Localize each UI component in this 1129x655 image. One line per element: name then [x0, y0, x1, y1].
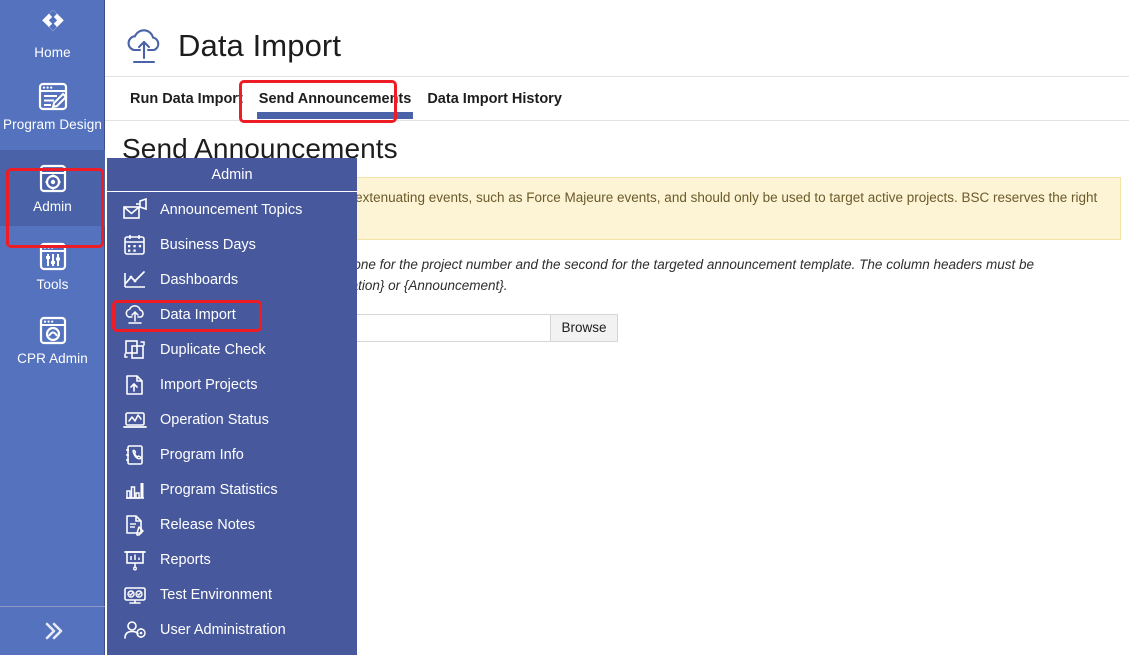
test-monitor-icon [124, 586, 146, 604]
menu-item-label: Announcement Topics [160, 201, 303, 218]
tab-data-import-history[interactable]: Data Import History [419, 77, 570, 121]
sidebar-item-label: Program Design [3, 117, 102, 132]
admin-flyout-menu: Admin Announcement Topics Business Days [107, 158, 357, 655]
menu-item-dashboards[interactable]: Dashboards [107, 262, 357, 297]
phone-book-icon [126, 444, 143, 465]
tab-send-announcements[interactable]: Send Announcements [251, 77, 420, 121]
tab-run-data-import[interactable]: Run Data Import [122, 77, 251, 121]
menu-item-business-days[interactable]: Business Days [107, 227, 357, 262]
left-sidebar: Home Program Design Admin Tools CPR Admi… [0, 0, 105, 655]
duplicate-squares-icon [124, 339, 145, 359]
menu-item-label: Test Environment [160, 586, 273, 603]
menu-item-label: Program Info [160, 446, 244, 463]
application-window: Home Program Design Admin Tools CPR Admi… [0, 0, 1129, 655]
home-ring-icon [41, 10, 64, 32]
cpr-admin-icon [39, 316, 66, 345]
sidebar-item-cpr-admin[interactable]: CPR Admin [0, 300, 105, 374]
tools-sliders-icon [39, 242, 66, 271]
presentation-board-icon [124, 550, 146, 570]
import-document-icon [126, 374, 143, 395]
sidebar-item-admin[interactable]: Admin [0, 150, 105, 226]
menu-item-reports[interactable]: Reports [107, 542, 357, 577]
admin-gear-window-icon [39, 164, 66, 193]
sidebar-item-label: Home [34, 45, 71, 60]
menu-item-data-import[interactable]: Data Import [107, 297, 357, 332]
sidebar-item-program-design[interactable]: Program Design [0, 68, 105, 140]
menu-item-operation-status[interactable]: Operation Status [107, 402, 357, 437]
menu-item-label: User Administration [160, 621, 286, 638]
menu-item-announcement-topics[interactable]: Announcement Topics [107, 192, 357, 227]
menu-item-label: Operation Status [160, 411, 269, 428]
menu-item-program-info[interactable]: Program Info [107, 437, 357, 472]
program-design-icon [38, 82, 67, 111]
menu-item-label: Release Notes [160, 516, 256, 533]
sidebar-item-label: Tools [36, 277, 69, 292]
double-chevron-right-icon [45, 622, 62, 640]
menu-item-label: Program Statistics [160, 481, 278, 498]
sidebar-item-tools[interactable]: Tools [0, 226, 105, 300]
menu-item-label: Duplicate Check [160, 341, 266, 358]
menu-item-label: Reports [160, 551, 211, 568]
browse-button[interactable]: Browse [550, 314, 618, 342]
sidebar-item-home[interactable]: Home [0, 0, 105, 68]
laptop-status-icon [123, 411, 147, 428]
menu-item-program-statistics[interactable]: Program Statistics [107, 472, 357, 507]
menu-item-release-notes[interactable]: Release Notes [107, 507, 357, 542]
menu-item-import-projects[interactable]: Import Projects [107, 367, 357, 402]
menu-item-label: Data Import [160, 306, 236, 323]
bar-chart-icon [126, 482, 144, 499]
line-chart-icon [124, 270, 145, 288]
menu-item-label: Dashboards [160, 271, 239, 288]
flyout-title: Admin [107, 158, 357, 192]
sidebar-item-label: CPR Admin [17, 351, 88, 366]
page-title: Data Import [178, 28, 342, 63]
sidebar-item-label: Admin [33, 199, 72, 214]
page-header: Data Import [105, 0, 1129, 76]
announcement-envelope-icon [123, 197, 147, 219]
cloud-upload-icon [127, 29, 160, 64]
sidebar-expand-button[interactable] [0, 606, 105, 655]
menu-item-duplicate-check[interactable]: Duplicate Check [107, 332, 357, 367]
menu-item-test-environment[interactable]: Test Environment [107, 577, 357, 612]
cloud-upload-icon [125, 304, 144, 324]
menu-item-label: Business Days [160, 236, 256, 253]
user-gear-icon [124, 620, 146, 639]
calendar-icon [124, 234, 145, 255]
tab-bar: Run Data Import Send Announcements Data … [105, 76, 1129, 121]
menu-item-label: Import Projects [160, 376, 258, 393]
document-pencil-icon [126, 514, 144, 536]
menu-item-user-administration[interactable]: User Administration [107, 612, 357, 647]
